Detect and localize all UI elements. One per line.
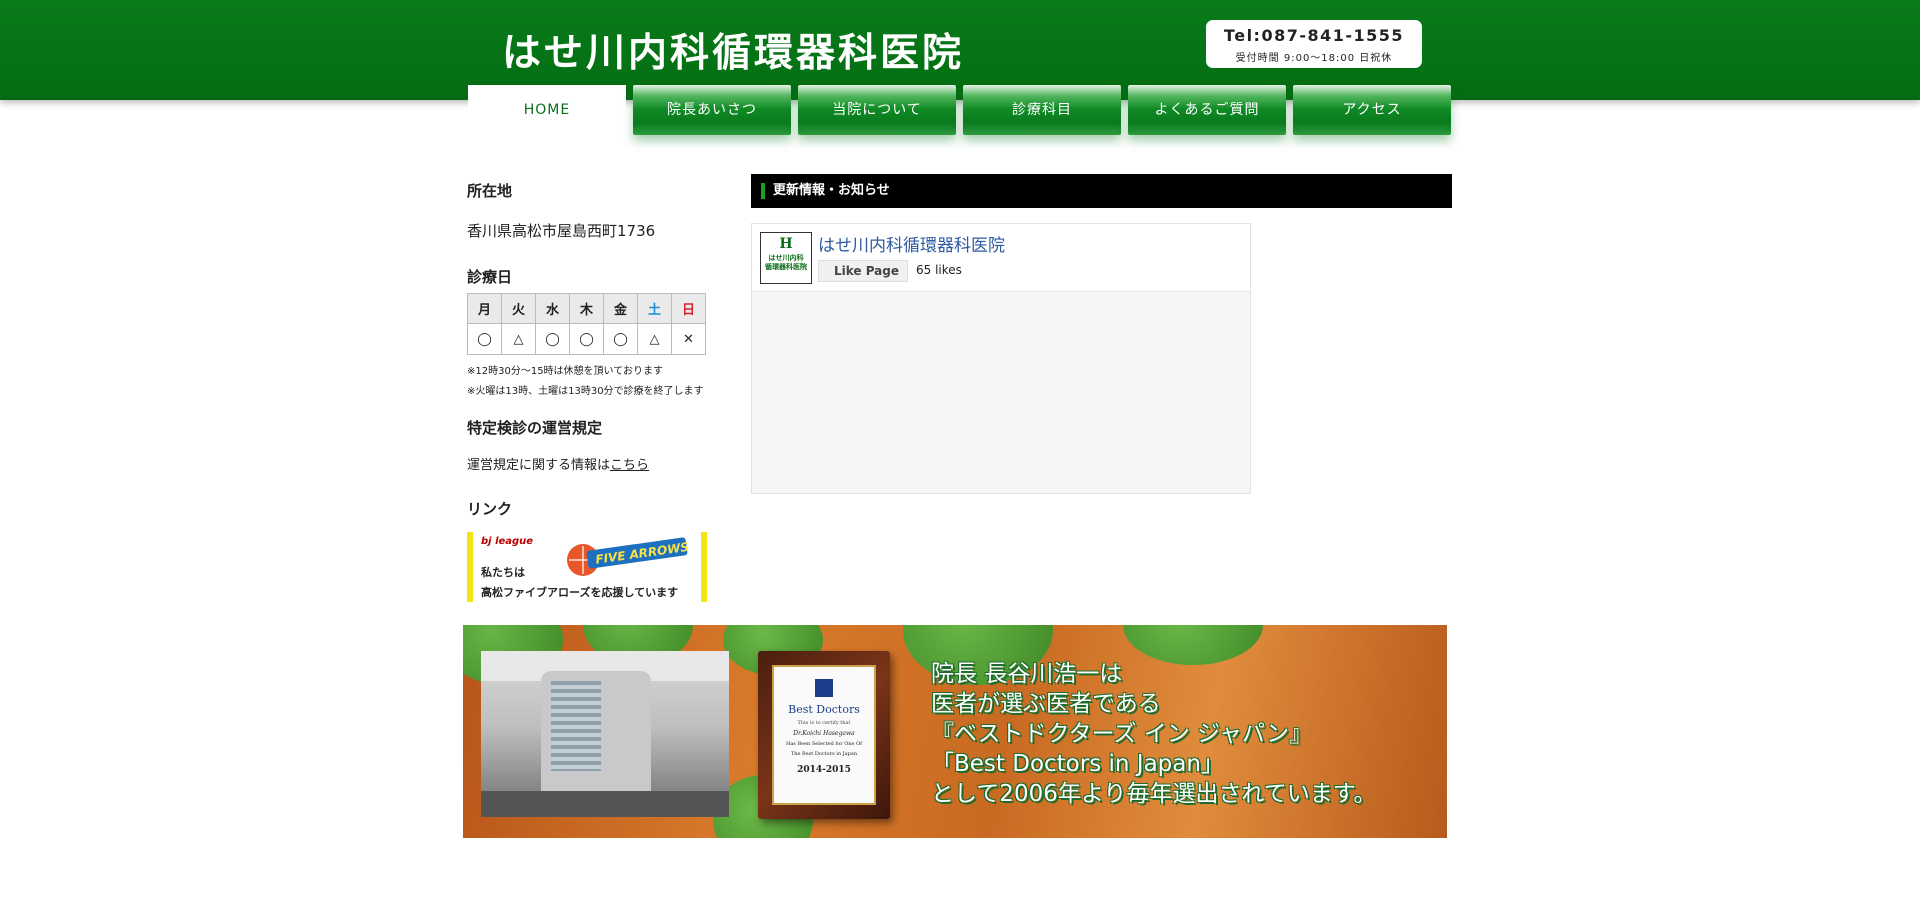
mark-fri: ◯: [603, 323, 638, 355]
mark-wed: ◯: [535, 323, 570, 355]
banner-line-4: 「Best Doctors in Japan」: [931, 751, 1224, 777]
mark-mon: ◯: [467, 323, 502, 355]
nav-tab-home[interactable]: HOME: [468, 85, 626, 135]
rules-heading: 特定検診の運営規定: [467, 419, 603, 437]
banner-line-3: 『ベストドクターズ イン ジャパン』: [931, 721, 1313, 747]
like-label: Like Page: [833, 264, 899, 278]
facebook-page-widget: H はせ川内科 循環器科医院 はせ川内科循環器科医院 Like Page 65 l…: [751, 223, 1251, 494]
bj-league-logo: bj league: [481, 536, 534, 547]
nav-tab-access[interactable]: アクセス: [1293, 85, 1451, 135]
plaque-emblem-icon: [815, 679, 833, 697]
facebook-page-header: H はせ川内科 循環器科医院 はせ川内科循環器科医院 Like Page 65 l…: [752, 224, 1250, 292]
rules-text: 運営規定に関する情報は: [467, 458, 611, 473]
clinic-building-photo: [481, 651, 729, 817]
news-heading-bar: 更新情報・お知らせ: [751, 174, 1452, 208]
plaque-name: Dr.Koichi Hasegawa: [793, 730, 855, 737]
logo-text: はせ川内科 循環器科医院: [765, 254, 807, 271]
banner-small-line2: 高松ファイブアローズを応援しています: [481, 586, 679, 599]
facebook-page-logo[interactable]: H はせ川内科 循環器科医院: [760, 232, 812, 284]
day-mon: 月: [467, 293, 502, 324]
facebook-like-button[interactable]: Like Page: [818, 260, 908, 282]
five-arrows-logo: FIVE ARROWS: [567, 537, 690, 576]
note-break: ※12時30分〜15時は休憩を頂いております: [467, 366, 663, 377]
day-tue: 火: [501, 293, 536, 324]
site-title[interactable]: はせ川内科循環器科医院: [502, 22, 964, 78]
mark-sat: △: [637, 323, 672, 355]
address: 香川県高松市屋島西町1736: [467, 222, 656, 240]
rules-link[interactable]: こちら: [610, 458, 649, 473]
banner-small-line1: 私たちは: [481, 566, 525, 579]
best-doctors-banner: Best Doctors This is to certify that Dr.…: [463, 625, 1447, 838]
main-nav: HOME 院長あいさつ 当院について 診療科目 よくあるご質問 アクセス: [468, 85, 1452, 135]
schedule-table: 月 火 水 木 金 土 日 ◯ △ ◯ ◯ ◯ △ ✕: [467, 293, 706, 355]
facebook-like-count: 65 likes: [916, 263, 962, 277]
five-arrows-banner[interactable]: bj league FIVE ARROWS 私たちは 高松ファイブアローズを応援…: [467, 532, 707, 602]
mark-tue: △: [501, 323, 536, 355]
location-heading: 所在地: [467, 182, 513, 200]
schedule-marks-row: ◯ △ ◯ ◯ ◯ △ ✕: [467, 323, 706, 355]
banner-line-2: 医者が選ぶ医者である: [931, 691, 1161, 717]
day-sun: 日: [671, 293, 706, 324]
note-closing: ※火曜は13時、土曜は13時30分で診療を終了します: [467, 386, 704, 397]
plaque-selected: Has Been Selected for One Of: [785, 741, 863, 747]
plaque-certify: This is to certify that: [797, 720, 851, 726]
nav-tab-departments[interactable]: 診療科目: [963, 85, 1121, 135]
facebook-page-name[interactable]: はせ川内科循環器科医院: [818, 231, 1005, 256]
day-fri: 金: [603, 293, 638, 324]
reception-hours: 受付時間 9:00〜18:00 日祝休: [1235, 53, 1393, 64]
day-wed: 水: [535, 293, 570, 324]
plaque-certificate: Best Doctors This is to certify that Dr.…: [772, 665, 876, 805]
logo-letter: H: [779, 236, 793, 252]
nav-tab-faq[interactable]: よくあるご質問: [1128, 85, 1286, 135]
mark-sun: ✕: [671, 323, 706, 355]
tel-number: Tel:087-841-1555: [1223, 26, 1405, 45]
banner-line-5: として2006年より毎年選出されています。: [931, 781, 1377, 807]
banner-line-1: 院長 長谷川浩一は: [931, 661, 1123, 687]
links-heading: リンク: [467, 500, 513, 518]
nav-tab-greeting[interactable]: 院長あいさつ: [633, 85, 791, 135]
day-sat: 土: [637, 293, 672, 324]
best-doctors-plaque: Best Doctors This is to certify that Dr.…: [758, 651, 890, 819]
plaque-title: Best Doctors: [788, 703, 860, 716]
rules-text-line: 運営規定に関する情報はこちら: [467, 454, 727, 473]
schedule-days-row: 月 火 水 木 金 土 日: [467, 293, 706, 324]
plaque-year: 2014-2015: [797, 765, 851, 775]
mark-thu: ◯: [569, 323, 604, 355]
day-thu: 木: [569, 293, 604, 324]
plaque-list-name: The Best Doctors in Japan: [790, 751, 858, 757]
nav-tab-about[interactable]: 当院について: [798, 85, 956, 135]
contact-box: Tel:087-841-1555 受付時間 9:00〜18:00 日祝休: [1206, 20, 1422, 68]
schedule-heading: 診療日: [467, 268, 513, 286]
banner-text: 院長 長谷川浩一は 医者が選ぶ医者である 『ベストドクターズ イン ジャパン』 …: [931, 659, 1376, 809]
